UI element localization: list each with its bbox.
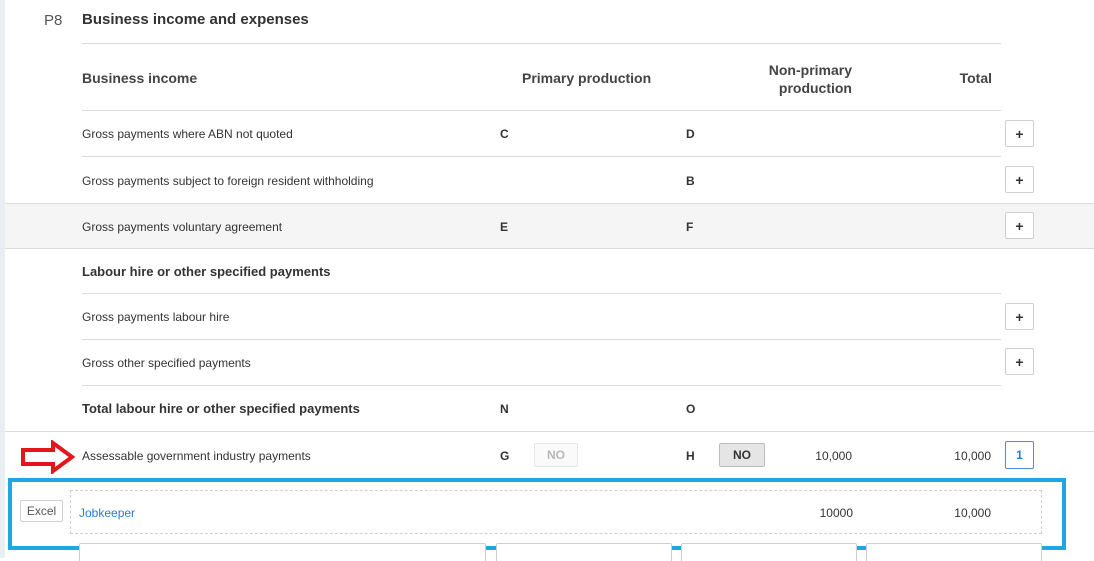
section-code: P8 (44, 12, 63, 29)
red-arrow-icon (21, 440, 76, 474)
add-foreign-resident-withholding-button[interactable]: + (1005, 166, 1034, 193)
row-code-primary: N (500, 402, 509, 416)
row-code-non-primary: F (686, 220, 694, 234)
add-voluntary-agreement-button[interactable]: + (1005, 212, 1034, 239)
column-header-business-income: Business income (82, 70, 198, 86)
column-header-non-primary-line1: Non-primary (768, 62, 852, 78)
row-code-non-primary: H (686, 449, 695, 463)
row-label-gross-payments-labour-hire: Gross payments labour hire (82, 310, 230, 324)
primary-amount-input[interactable] (496, 543, 672, 561)
divider (82, 43, 1001, 44)
row-label-foreign-resident-withholding: Gross payments subject to foreign reside… (82, 174, 374, 188)
add-other-specified-payments-button[interactable]: + (1005, 348, 1034, 375)
divider (82, 385, 1001, 386)
detail-row (70, 490, 1042, 534)
row-label-assessable-government-industry-payments: Assessable government industry payments (82, 449, 311, 463)
row-label-voluntary-agreement: Gross payments voluntary agreement (82, 220, 283, 234)
section-title: Business income and expenses (82, 11, 309, 28)
subheader-labour-hire: Labour hire or other specified payments (82, 264, 331, 279)
row-code-non-primary: D (686, 127, 695, 141)
description-input[interactable] (79, 543, 486, 561)
detail-amount: 10000 (819, 506, 853, 520)
column-header-primary-production: Primary production (522, 70, 652, 86)
add-labour-hire-button[interactable]: + (1005, 303, 1034, 330)
row-label-total-labour-hire: Total labour hire or other specified pay… (82, 401, 360, 416)
primary-production-toggle[interactable]: NO (534, 443, 578, 467)
non-primary-production-toggle[interactable]: NO (719, 443, 765, 467)
total-amount-input[interactable] (866, 543, 1042, 561)
non-primary-amount-input[interactable] (681, 543, 857, 561)
jobkeeper-link[interactable]: Jobkeeper (79, 506, 135, 520)
column-header-total: Total (959, 70, 992, 86)
excel-button[interactable]: Excel (20, 500, 63, 522)
row-code-primary: E (500, 220, 509, 234)
detail-total: 10,000 (954, 506, 991, 520)
divider (82, 156, 1001, 157)
left-edge-bar (0, 0, 5, 558)
divider (82, 339, 1001, 340)
divider (82, 110, 1001, 111)
column-header-non-primary-line2: production (778, 80, 852, 96)
row-code-primary: G (500, 449, 510, 463)
divider (5, 203, 1094, 204)
divider (5, 431, 1094, 432)
column-header-non-primary-production: Non-primary production (740, 61, 852, 97)
row-label-gross-payments-abn-not-quoted: Gross payments where ABN not quoted (82, 127, 293, 141)
divider (82, 293, 1001, 294)
detail-count-button[interactable]: 1 (1005, 441, 1034, 469)
row-code-non-primary: O (686, 402, 696, 416)
non-primary-value: 10,000 (815, 449, 852, 463)
row-code-primary: C (500, 127, 509, 141)
divider (5, 248, 1094, 249)
row-code-non-primary: B (686, 174, 695, 188)
add-abn-not-quoted-button[interactable]: + (1005, 120, 1034, 147)
total-value: 10,000 (954, 449, 991, 463)
row-label-gross-other-specified-payments: Gross other specified payments (82, 356, 251, 370)
